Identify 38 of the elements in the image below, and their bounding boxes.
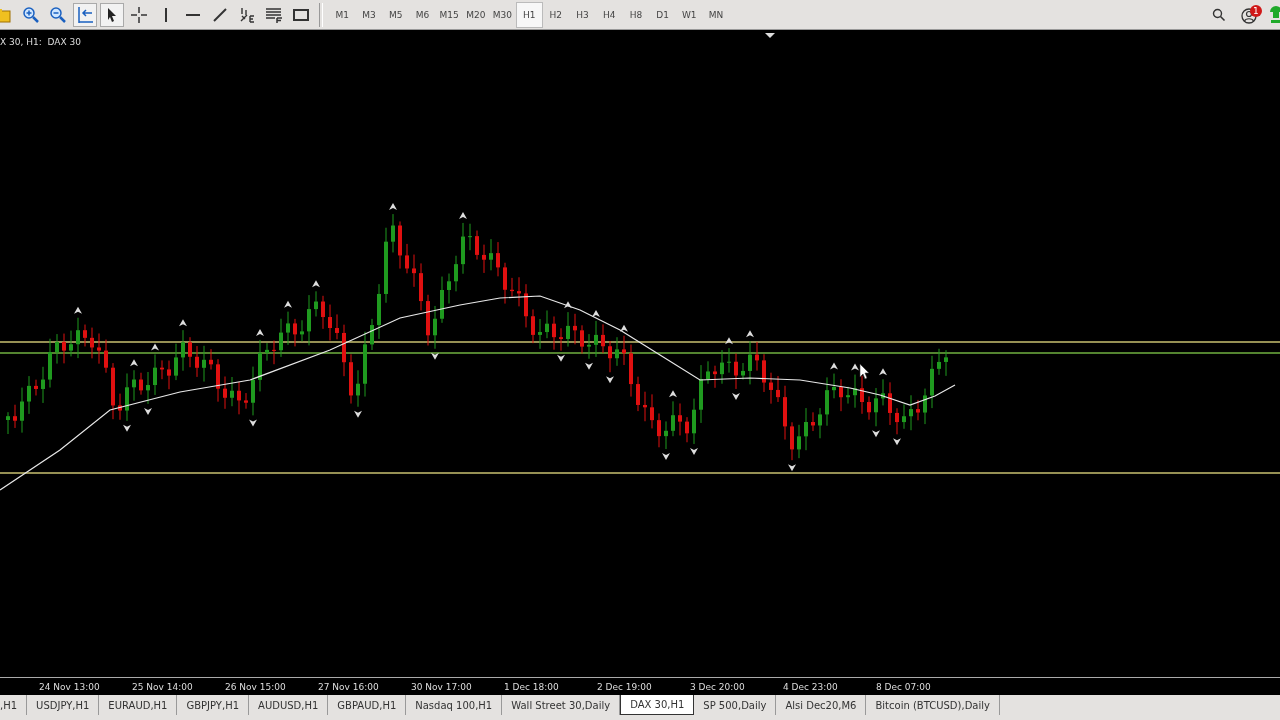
chart-tab[interactable]: Bitcoin (BTCUSD),Daily bbox=[866, 695, 1000, 715]
time-axis-label: 24 Nov 13:00 bbox=[39, 681, 101, 692]
chart-symbol-label: X 30, H1: DAX 30 bbox=[0, 37, 81, 47]
time-axis-label: 30 Nov 17:00 bbox=[411, 681, 473, 692]
notification-badge: 1 bbox=[1250, 4, 1262, 17]
chart-tab[interactable]: DAX 30,H1 bbox=[620, 695, 695, 715]
timeframe-button[interactable]: MN bbox=[702, 1, 730, 28]
chart-tab[interactable]: EURAUD,H1 bbox=[99, 695, 178, 715]
chart-tab[interactable]: AUDUSD,H1 bbox=[249, 695, 329, 715]
time-axis-label: 25 Nov 14:00 bbox=[132, 681, 194, 692]
timeframe-button[interactable]: M15 bbox=[435, 1, 463, 28]
timeframe-button[interactable]: H8 bbox=[622, 1, 650, 28]
chart-tab[interactable]: GBPAUD,H1 bbox=[328, 695, 407, 715]
chart-tab[interactable]: GBPJPY,H1 bbox=[177, 695, 250, 715]
chart-tab[interactable]: Alsi Dec20,M6 bbox=[776, 695, 867, 715]
time-axis-label: 1 Dec 18:00 bbox=[504, 681, 560, 692]
timeframe-button[interactable]: H4 bbox=[595, 1, 623, 28]
time-axis-label: 3 Dec 20:00 bbox=[690, 681, 746, 692]
timeframe-button[interactable]: W1 bbox=[675, 1, 703, 28]
time-axis-label: 4 Dec 23:00 bbox=[783, 681, 839, 692]
timeframe-button[interactable]: M20 bbox=[462, 1, 490, 28]
timeframe-button[interactable]: M5 bbox=[382, 1, 410, 28]
timeframe-button[interactable]: H2 bbox=[542, 1, 570, 28]
chart-tab[interactable]: SP 500,Daily bbox=[694, 695, 777, 715]
time-axis-label: 27 Nov 16:00 bbox=[318, 681, 380, 692]
chart-tab[interactable]: Nasdaq 100,H1 bbox=[406, 695, 503, 715]
time-axis-label: 2 Dec 19:00 bbox=[597, 681, 653, 692]
timeframe-button[interactable]: H1 bbox=[515, 1, 543, 28]
timeframe-button[interactable]: M1 bbox=[329, 1, 356, 28]
time-axis-label: 8 Dec 07:00 bbox=[876, 681, 932, 692]
chart-tab[interactable]: USDJPY,H1 bbox=[27, 695, 100, 715]
timeframe-button[interactable]: M3 bbox=[355, 1, 383, 28]
time-axis-label: 26 Nov 15:00 bbox=[225, 681, 287, 692]
timeframe-button[interactable]: M6 bbox=[409, 1, 436, 28]
timeframe-button[interactable]: M30 bbox=[489, 1, 516, 28]
timeframe-button[interactable]: H3 bbox=[569, 1, 596, 28]
timeframe-button[interactable]: D1 bbox=[649, 1, 676, 28]
chart-tab[interactable]: ,H1 bbox=[0, 695, 28, 715]
